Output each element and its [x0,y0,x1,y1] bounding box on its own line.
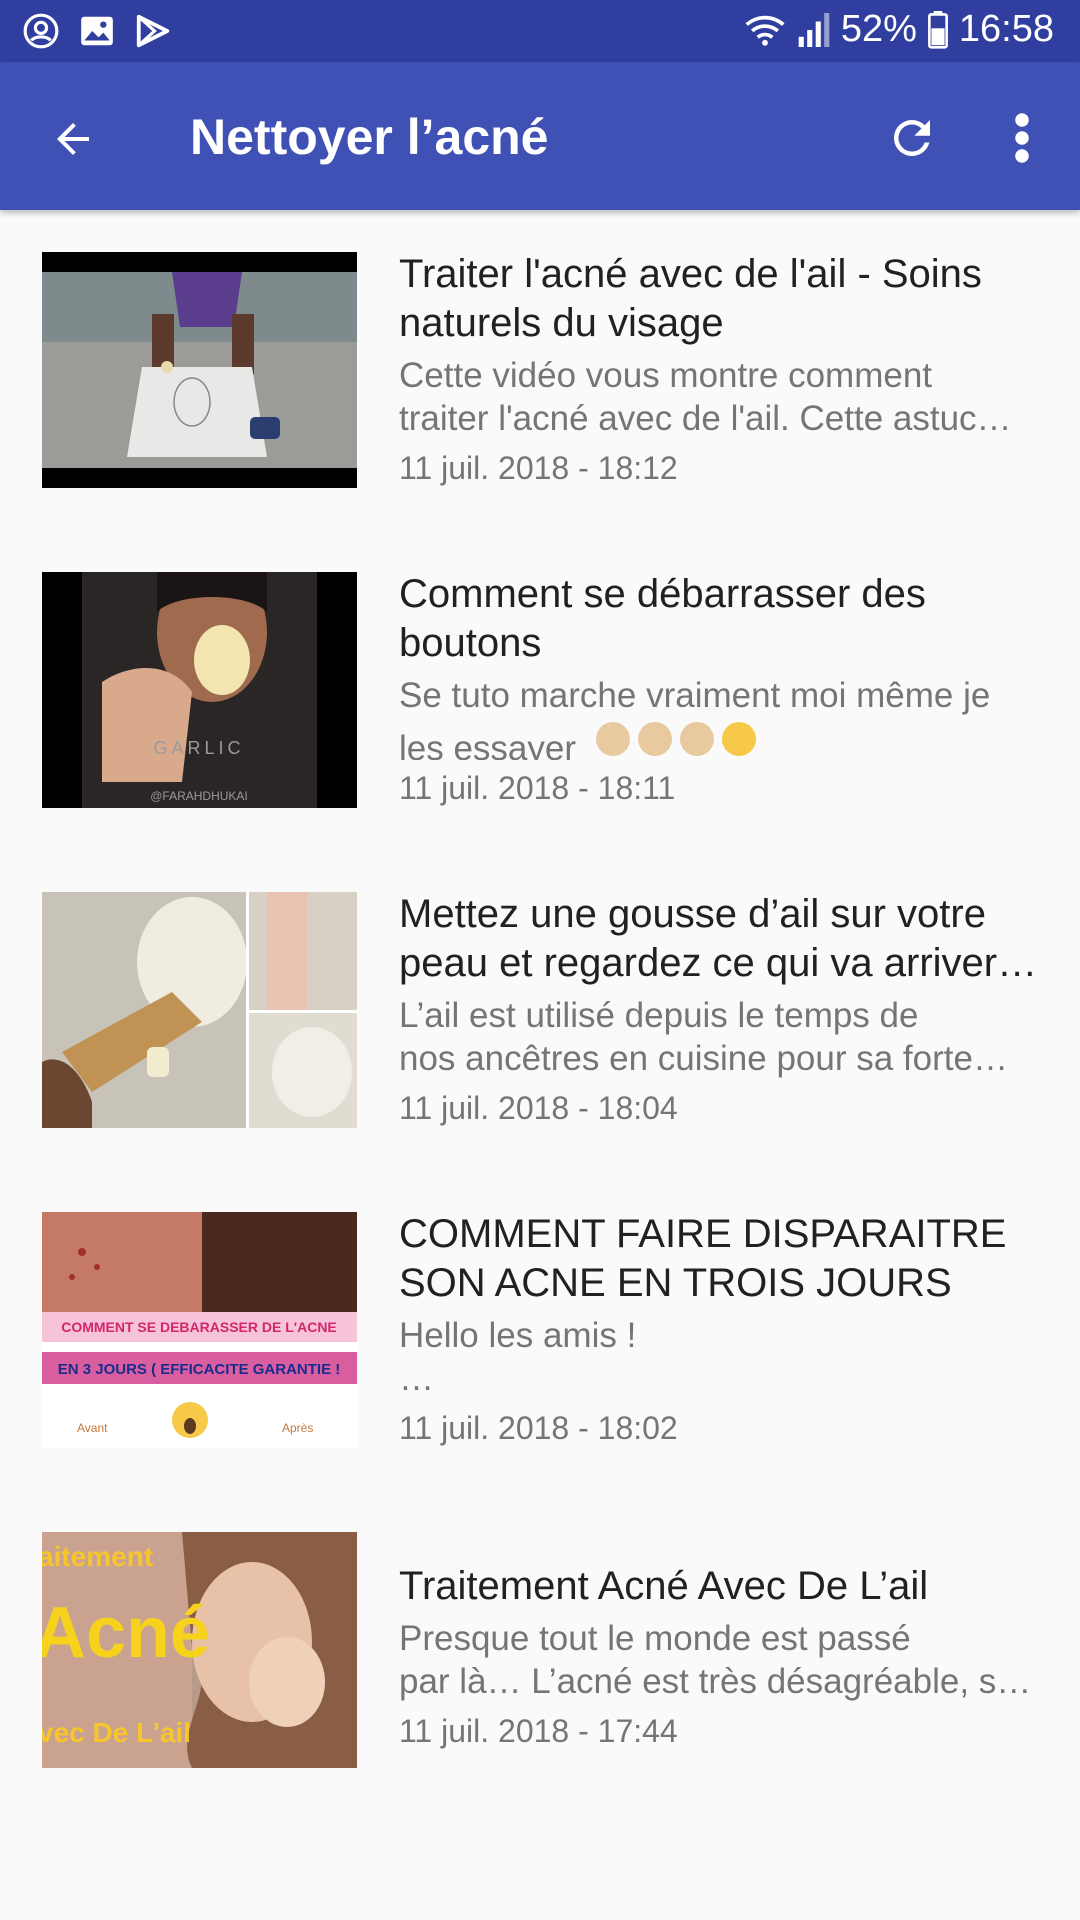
description-line-1: Cette vidéo vous montre comment [399,356,933,395]
description-line-2: traiter l'acné avec de l'ail. Cette astu… [399,399,1012,438]
video-title: Traiter l'acné avec de l'ail - Soins nat… [399,252,982,345]
video-description: L’ail est utilisé depuis le temps de nos… [399,994,1039,1080]
video-description: Presque tout le monde est passé par là… … [399,1617,1039,1703]
thumb-text-handle: @FARAHDHUKAI [150,789,248,803]
thumbs-up-icon [595,722,630,756]
description-line-1: L’ail est utilisé depuis le temps de [399,996,919,1035]
description-line-2: nos ancêtres en cuisine pour sa forte… [399,1039,1008,1078]
video-date: 11 juil. 2018 - 18:04 [399,1090,678,1126]
description-line-1: Se tuto marche vraiment moi même je [399,676,991,715]
battery-icon [927,10,948,49]
video-thumbnail [42,252,357,488]
video-title: Mettez une gousse d’ail sur votre peau e… [399,892,1038,985]
thumb-text-main: Acné [42,1593,210,1673]
more-options-button[interactable] [994,102,1050,174]
thumb-text-after: Après [282,1421,313,1435]
description-line-2: … [399,1359,434,1398]
play-store-icon [136,14,170,48]
refresh-icon [893,119,930,156]
app-toolbar: Nettoyer l’acné [0,62,1080,210]
video-list-item[interactable]: Mettez une gousse d’ail sur votre peau e… [0,850,1080,1170]
video-title: Traitement Acné Avec De L’ail [399,1564,929,1608]
arrow-back-icon [57,123,89,155]
video-date: 11 juil. 2018 - 18:11 [399,770,676,806]
video-list-item[interactable]: aitement Acné vec De L'ail Traitement Ac… [0,1490,1080,1810]
video-thumbnail: COMMENT SE DEBARASSER DE L'ACNE EN 3 JOU… [42,1212,357,1448]
battery-percent: 52% [840,8,917,50]
video-date: 11 juil. 2018 - 17:44 [399,1713,678,1749]
video-title: COMMENT FAIRE DISPARAITRE SON ACNE EN TR… [399,1212,1007,1305]
thumbs-up-icon [637,722,672,756]
video-list-item[interactable]: COMMENT SE DEBARASSER DE L'ACNE EN 3 JOU… [0,1170,1080,1490]
video-description: Cette vidéo vous montre comment traiter … [399,354,1039,440]
heart-eyes-icon [721,722,756,756]
video-thumbnail: GARLIC @FARAHDHUKAI [42,572,357,808]
video-date: 11 juil. 2018 - 18:02 [399,1410,678,1446]
description-line-2: les essayer [399,717,1039,760]
image-icon [81,16,113,46]
refresh-button[interactable] [876,102,948,174]
description-line-2: par là… L’acné est très désagréable, s… [399,1662,1032,1701]
description-line-1: Hello les amis ! [399,1316,637,1355]
wifi-icon [745,15,785,46]
back-button[interactable] [40,106,106,172]
video-list-item[interactable]: GARLIC @FARAHDHUKAI Comment se débarrass… [0,530,1080,850]
video-list: Traiter l'acné avec de l'ail - Soins nat… [0,210,1080,1810]
account-circle-icon [23,13,59,49]
video-date: 11 juil. 2018 - 18:12 [399,450,678,486]
video-list-item[interactable]: Traiter l'acné avec de l'ail - Soins nat… [0,210,1080,530]
page-title: Nettoyer l’acné [190,109,549,165]
signal-icon [798,12,830,47]
thumb-text-banner: EN 3 JOURS ( EFFICACITE GARANTIE ! [58,1361,341,1378]
thumb-text-top: aitement [42,1541,153,1572]
status-bar: 52% 16:58 [0,0,1080,62]
thumb-text-before: Avant [77,1421,108,1435]
thumbs-up-emoji-row [595,717,764,760]
thumb-text-garlic: GARLIC [153,738,244,758]
description-line-1: Presque tout le monde est passé [399,1619,911,1658]
video-description: Hello les amis ! … [399,1314,1039,1400]
video-thumbnail: aitement Acné vec De L'ail [42,1532,357,1768]
thumb-text-bottom: vec De L'ail [42,1717,191,1748]
thumb-text-heading: COMMENT SE DEBARASSER DE L'ACNE [61,1319,337,1335]
video-title: Comment se débarrasser des boutons [399,572,926,665]
video-description: Se tuto marche vraiment moi même je les … [399,674,1039,760]
video-thumbnail [42,892,357,1128]
clock: 16:58 [958,8,1054,50]
thumbs-up-icon [679,722,714,756]
more-vert-icon [1015,113,1029,163]
description-line-2-text: les essayer [399,729,577,760]
